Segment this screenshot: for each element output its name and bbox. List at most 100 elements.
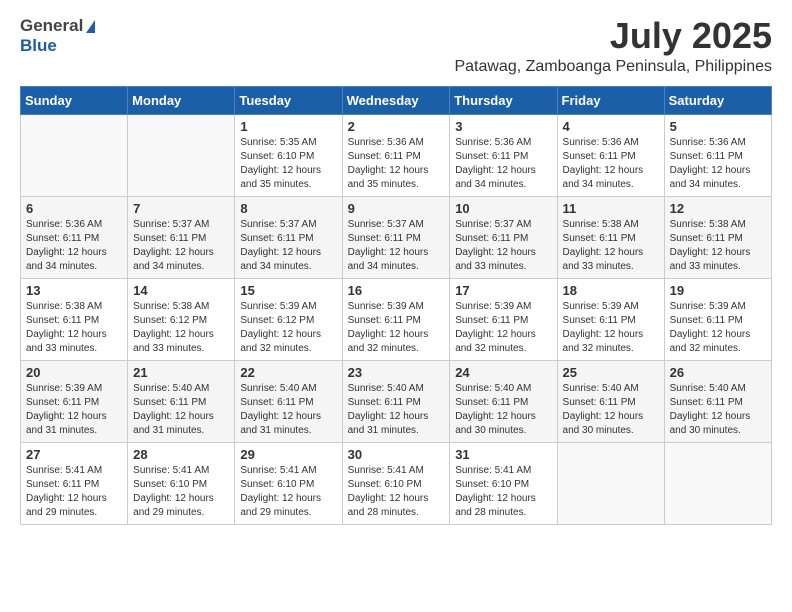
day-info: Sunrise: 5:35 AMSunset: 6:10 PMDaylight:… — [240, 136, 336, 192]
day-number: 30 — [348, 447, 445, 462]
calendar-cell: 22 Sunrise: 5:40 AMSunset: 6:11 PMDayligh… — [235, 360, 342, 442]
calendar-week-row: 20Sunrise: 5:39 AMSunset: 6:11 PMDayligh… — [21, 360, 772, 442]
day-number: 16 — [348, 283, 445, 298]
weekday-header-row: SundayMondayTuesdayWednesdayThursdayFrid… — [21, 86, 772, 114]
weekday-header-saturday: Saturday — [664, 86, 771, 114]
day-info: Sunrise: 5:40 AMSunset: 6:11 PMDaylight:… — [133, 382, 229, 438]
calendar-cell: 26 Sunrise: 5:40 AMSunset: 6:11 PMDayligh… — [664, 360, 771, 442]
day-info: Sunrise: 5:39 AMSunset: 6:11 PMDaylight:… — [26, 382, 122, 438]
logo-blue: Blue — [20, 36, 57, 56]
day-info: Sunrise: 5:36 AMSunset: 6:11 PMDaylight:… — [26, 218, 122, 274]
calendar-week-row: 1 Sunrise: 5:35 AMSunset: 6:10 PMDaylight… — [21, 114, 772, 196]
day-info: Sunrise: 5:41 AMSunset: 6:10 PMDaylight:… — [240, 464, 336, 520]
day-info: Sunrise: 5:41 AMSunset: 6:10 PMDaylight:… — [348, 464, 445, 520]
calendar-cell — [21, 114, 128, 196]
calendar-cell: 4 Sunrise: 5:36 AMSunset: 6:11 PMDaylight… — [557, 114, 664, 196]
day-number: 26 — [670, 365, 766, 380]
day-info: Sunrise: 5:36 AMSunset: 6:11 PMDaylight:… — [563, 136, 659, 192]
day-number: 6 — [26, 201, 122, 216]
calendar-week-row: 13 Sunrise: 5:38 AMSunset: 6:11 PMDayligh… — [21, 278, 772, 360]
calendar-cell: 29 Sunrise: 5:41 AMSunset: 6:10 PMDayligh… — [235, 442, 342, 524]
calendar-week-row: 27 Sunrise: 5:41 AMSunset: 6:11 PMDayligh… — [21, 442, 772, 524]
day-info: Sunrise: 5:39 AMSunset: 6:11 PMDaylight:… — [348, 300, 445, 356]
day-number: 27 — [26, 447, 122, 462]
day-info: Sunrise: 5:41 AMSunset: 6:10 PMDaylight:… — [455, 464, 551, 520]
day-info: Sunrise: 5:41 AMSunset: 6:10 PMDaylight:… — [133, 464, 229, 520]
weekday-header-monday: Monday — [128, 86, 235, 114]
day-info: Sunrise: 5:41 AMSunset: 6:11 PMDaylight:… — [26, 464, 122, 520]
day-number: 31 — [455, 447, 551, 462]
day-number: 3 — [455, 119, 551, 134]
calendar-table: SundayMondayTuesdayWednesdayThursdayFrid… — [20, 86, 772, 525]
calendar-cell: 5 Sunrise: 5:36 AMSunset: 6:11 PMDaylight… — [664, 114, 771, 196]
day-number: 11 — [563, 201, 659, 216]
day-info: Sunrise: 5:38 AMSunset: 6:12 PMDaylight:… — [133, 300, 229, 356]
day-number: 29 — [240, 447, 336, 462]
day-info: Sunrise: 5:37 AMSunset: 6:11 PMDaylight:… — [133, 218, 229, 274]
day-info: Sunrise: 5:40 AMSunset: 6:11 PMDaylight:… — [240, 382, 336, 438]
day-info: Sunrise: 5:37 AMSunset: 6:11 PMDaylight:… — [240, 218, 336, 274]
day-number: 15 — [240, 283, 336, 298]
calendar-cell: 9Sunrise: 5:37 AMSunset: 6:11 PMDaylight… — [342, 196, 450, 278]
calendar-cell: 30 Sunrise: 5:41 AMSunset: 6:10 PMDayligh… — [342, 442, 450, 524]
day-info: Sunrise: 5:40 AMSunset: 6:11 PMDaylight:… — [348, 382, 445, 438]
calendar-cell: 31 Sunrise: 5:41 AMSunset: 6:10 PMDayligh… — [450, 442, 557, 524]
day-info: Sunrise: 5:39 AMSunset: 6:11 PMDaylight:… — [563, 300, 659, 356]
calendar-cell: 25 Sunrise: 5:40 AMSunset: 6:11 PMDayligh… — [557, 360, 664, 442]
weekday-header-friday: Friday — [557, 86, 664, 114]
day-info: Sunrise: 5:39 AMSunset: 6:11 PMDaylight:… — [670, 300, 766, 356]
calendar-cell: 24Sunrise: 5:40 AMSunset: 6:11 PMDayligh… — [450, 360, 557, 442]
weekday-header-sunday: Sunday — [21, 86, 128, 114]
calendar-cell: 16 Sunrise: 5:39 AMSunset: 6:11 PMDayligh… — [342, 278, 450, 360]
calendar-cell: 27 Sunrise: 5:41 AMSunset: 6:11 PMDayligh… — [21, 442, 128, 524]
calendar-cell: 28Sunrise: 5:41 AMSunset: 6:10 PMDayligh… — [128, 442, 235, 524]
calendar-cell: 2Sunrise: 5:36 AMSunset: 6:11 PMDaylight… — [342, 114, 450, 196]
title-area: July 2025 Patawag, Zamboanga Peninsula, … — [454, 16, 772, 76]
day-info: Sunrise: 5:36 AMSunset: 6:11 PMDaylight:… — [670, 136, 766, 192]
day-number: 8 — [240, 201, 336, 216]
day-number: 14 — [133, 283, 229, 298]
day-number: 25 — [563, 365, 659, 380]
page-header: General Blue July 2025 Patawag, Zamboang… — [20, 16, 772, 76]
day-number: 5 — [670, 119, 766, 134]
day-info: Sunrise: 5:38 AMSunset: 6:11 PMDaylight:… — [26, 300, 122, 356]
logo: General Blue — [20, 16, 95, 56]
calendar-cell: 8 Sunrise: 5:37 AMSunset: 6:11 PMDaylight… — [235, 196, 342, 278]
day-info: Sunrise: 5:40 AMSunset: 6:11 PMDaylight:… — [563, 382, 659, 438]
calendar-cell: 20Sunrise: 5:39 AMSunset: 6:11 PMDayligh… — [21, 360, 128, 442]
day-number: 2 — [348, 119, 445, 134]
calendar-cell: 1 Sunrise: 5:35 AMSunset: 6:10 PMDaylight… — [235, 114, 342, 196]
day-info: Sunrise: 5:37 AMSunset: 6:11 PMDaylight:… — [348, 218, 445, 274]
day-number: 4 — [563, 119, 659, 134]
day-number: 10 — [455, 201, 551, 216]
day-info: Sunrise: 5:38 AMSunset: 6:11 PMDaylight:… — [670, 218, 766, 274]
calendar-cell: 19Sunrise: 5:39 AMSunset: 6:11 PMDayligh… — [664, 278, 771, 360]
weekday-header-thursday: Thursday — [450, 86, 557, 114]
calendar-cell: 17Sunrise: 5:39 AMSunset: 6:11 PMDayligh… — [450, 278, 557, 360]
day-number: 22 — [240, 365, 336, 380]
month-title: July 2025 — [454, 16, 772, 56]
logo-general: General — [20, 16, 83, 36]
calendar-cell: 13 Sunrise: 5:38 AMSunset: 6:11 PMDayligh… — [21, 278, 128, 360]
day-number: 12 — [670, 201, 766, 216]
calendar-cell — [557, 442, 664, 524]
calendar-cell: 14 Sunrise: 5:38 AMSunset: 6:12 PMDayligh… — [128, 278, 235, 360]
calendar-cell: 11Sunrise: 5:38 AMSunset: 6:11 PMDayligh… — [557, 196, 664, 278]
calendar-cell — [664, 442, 771, 524]
day-info: Sunrise: 5:40 AMSunset: 6:11 PMDaylight:… — [670, 382, 766, 438]
day-number: 13 — [26, 283, 122, 298]
calendar-cell: 15Sunrise: 5:39 AMSunset: 6:12 PMDayligh… — [235, 278, 342, 360]
calendar-cell: 12 Sunrise: 5:38 AMSunset: 6:11 PMDayligh… — [664, 196, 771, 278]
calendar-cell: 21 Sunrise: 5:40 AMSunset: 6:11 PMDayligh… — [128, 360, 235, 442]
day-number: 7 — [133, 201, 229, 216]
calendar-cell: 10 Sunrise: 5:37 AMSunset: 6:11 PMDayligh… — [450, 196, 557, 278]
day-number: 1 — [240, 119, 336, 134]
day-number: 21 — [133, 365, 229, 380]
day-number: 17 — [455, 283, 551, 298]
day-info: Sunrise: 5:36 AMSunset: 6:11 PMDaylight:… — [455, 136, 551, 192]
day-info: Sunrise: 5:37 AMSunset: 6:11 PMDaylight:… — [455, 218, 551, 274]
day-info: Sunrise: 5:40 AMSunset: 6:11 PMDaylight:… — [455, 382, 551, 438]
calendar-week-row: 6 Sunrise: 5:36 AMSunset: 6:11 PMDaylight… — [21, 196, 772, 278]
calendar-cell: 7 Sunrise: 5:37 AMSunset: 6:11 PMDaylight… — [128, 196, 235, 278]
location-title: Patawag, Zamboanga Peninsula, Philippine… — [454, 58, 772, 76]
